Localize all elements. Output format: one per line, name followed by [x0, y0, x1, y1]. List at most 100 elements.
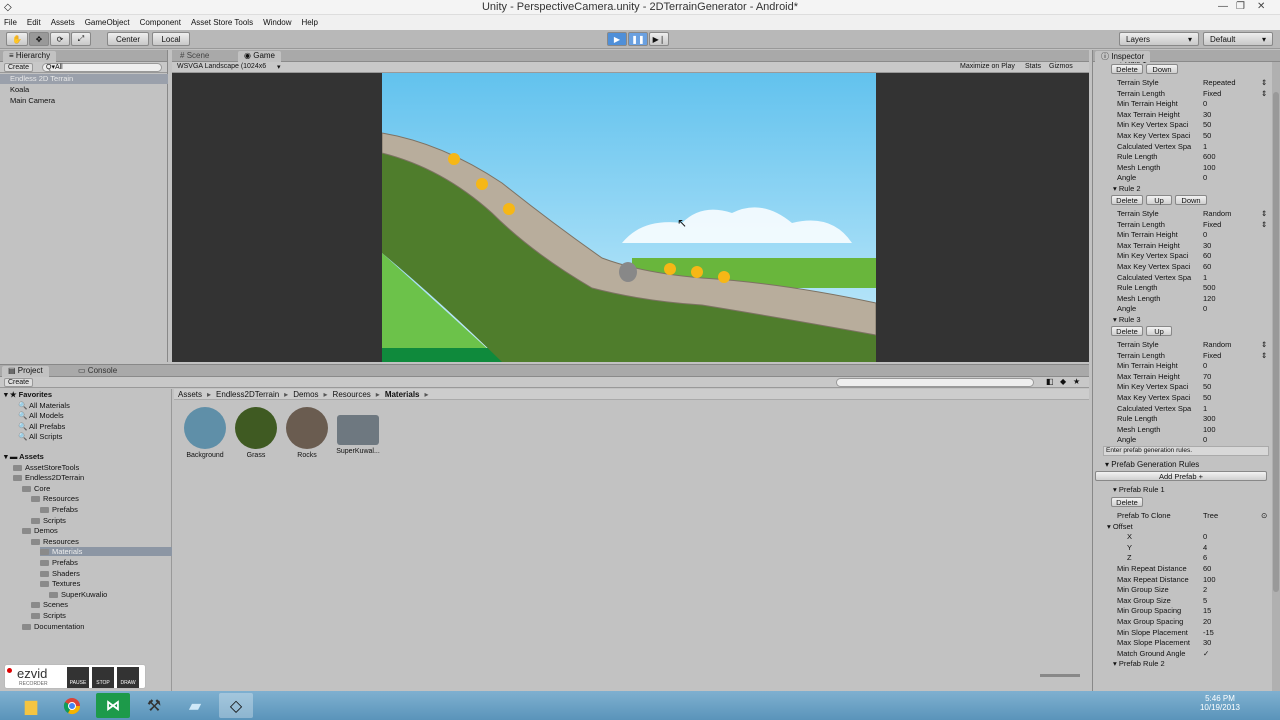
hand-tool-icon[interactable]: ✋	[6, 32, 28, 46]
gizmos-dropdown[interactable]: Gizmos	[1049, 63, 1073, 70]
filter-icon[interactable]: ◧	[1046, 377, 1054, 386]
game-viewport[interactable]: ↖	[172, 73, 1089, 362]
maximize-on-play-toggle[interactable]: Maximize on Play	[960, 63, 1015, 70]
tab-hierarchy[interactable]: ≡ Hierarchy	[3, 51, 57, 62]
visual-studio-icon[interactable]: ⋈	[96, 693, 130, 718]
project-search-input[interactable]	[836, 378, 1034, 387]
breadcrumb-item[interactable]: Materials	[385, 390, 420, 399]
prefab-prop-value[interactable]: 5	[1203, 596, 1207, 605]
recorder-pause-button[interactable]: PAUSE	[67, 667, 89, 688]
maximize-button[interactable]: ❐	[1236, 1, 1245, 12]
asset-tile[interactable]: Rocks	[282, 407, 332, 459]
move-tool-icon[interactable]: ✥	[29, 32, 49, 46]
tree-folder[interactable]: Resources	[31, 537, 79, 546]
menu-component[interactable]: Component	[140, 18, 181, 27]
prefab-section-header[interactable]: ▾ Prefab Generation Rules	[1105, 460, 1199, 469]
tab-project[interactable]: ▤ Project	[2, 366, 49, 377]
menu-edit[interactable]: Edit	[27, 18, 41, 27]
rule-prop-value[interactable]: 0	[1203, 435, 1207, 444]
hierarchy-item[interactable]: Endless 2D Terrain	[0, 74, 168, 84]
tree-folder[interactable]: Shaders	[40, 569, 80, 578]
minimize-button[interactable]: —	[1218, 1, 1228, 12]
tree-folder[interactable]: SuperKuwalio	[49, 590, 107, 599]
asset-tile[interactable]: SuperKuwal...	[333, 407, 383, 455]
recorder-draw-button[interactable]: DRAW	[117, 667, 139, 688]
rule-prop-value[interactable]: 100	[1203, 425, 1216, 434]
rule-prop-value[interactable]: Fixed	[1203, 220, 1221, 229]
rule-prop-value[interactable]: Random	[1203, 209, 1231, 218]
asset-tile[interactable]: Background	[180, 407, 230, 459]
tree-folder[interactable]: Documentation	[22, 622, 84, 631]
rule-prop-value[interactable]: 50	[1203, 393, 1211, 402]
offset-value[interactable]: 4	[1203, 543, 1207, 552]
rule-header[interactable]: ▾ Rule 2	[1113, 184, 1141, 193]
tree-folder[interactable]: Scripts	[31, 611, 66, 620]
tab-console[interactable]: ▭ Console	[72, 366, 123, 377]
resolution-dropdown[interactable]: WSVGA Landscape (1024x6	[177, 63, 266, 70]
hierarchy-item[interactable]: Koala	[10, 85, 29, 94]
rule-prop-value[interactable]: 1	[1203, 142, 1207, 151]
rotate-tool-icon[interactable]: ⟳	[50, 32, 70, 46]
tree-folder[interactable]: Demos	[22, 526, 58, 535]
assets-root[interactable]: ▾ ▬ Assets	[4, 452, 44, 461]
rule-prop-value[interactable]: 50	[1203, 120, 1211, 129]
favorites-item[interactable]: 🔍 All Prefabs	[18, 422, 65, 431]
hierarchy-search-input[interactable]: Q▾All	[42, 63, 162, 72]
delete-prefab-button[interactable]: Delete	[1111, 497, 1143, 507]
prefab-prop-value[interactable]: 30	[1203, 638, 1211, 647]
menu-assets[interactable]: Assets	[51, 18, 75, 27]
rule-prop-value[interactable]: 0	[1203, 304, 1207, 313]
rule-prop-value[interactable]: 60	[1203, 251, 1211, 260]
hierarchy-item[interactable]: Main Camera	[10, 96, 55, 105]
prefab-rule-header[interactable]: ▾ Prefab Rule 2	[1113, 659, 1165, 668]
rule-prop-value[interactable]: 30	[1203, 241, 1211, 250]
rule-prop-value[interactable]: Repeated	[1203, 78, 1236, 87]
prefab-prop-value[interactable]: 60	[1203, 564, 1211, 573]
rule-prop-value[interactable]: 50	[1203, 131, 1211, 140]
rule-prop-value[interactable]: 500	[1203, 283, 1216, 292]
rule-prop-value[interactable]: 30	[1203, 110, 1211, 119]
rule-prop-value[interactable]: 600	[1203, 152, 1216, 161]
down-rule-button[interactable]: Down	[1175, 195, 1207, 205]
breadcrumb-item[interactable]: Demos	[293, 390, 318, 399]
tree-folder[interactable]: Endless2DTerrain	[13, 473, 84, 482]
favorites-item[interactable]: 🔍 All Models	[18, 411, 64, 420]
prefab-prop-value[interactable]: ✓	[1203, 649, 1209, 658]
offset-header[interactable]: ▾ Offset	[1107, 522, 1133, 531]
object-picker-icon[interactable]: ⊙	[1261, 511, 1267, 520]
tree-folder[interactable]: Core	[22, 484, 50, 493]
rule-prop-value[interactable]: 70	[1203, 372, 1211, 381]
rule-prop-value[interactable]: 50	[1203, 382, 1211, 391]
project-create-button[interactable]: Create	[4, 378, 34, 387]
step-button[interactable]: ▶❘	[649, 32, 669, 46]
asset-tile[interactable]: Grass	[231, 407, 281, 459]
menu-help[interactable]: Help	[302, 18, 318, 27]
menu-gameobject[interactable]: GameObject	[85, 18, 130, 27]
menu-window[interactable]: Window	[263, 18, 291, 27]
prefab-prop-value[interactable]: 15	[1203, 606, 1211, 615]
add-prefab-button[interactable]: Add Prefab +	[1095, 471, 1267, 481]
pivot-center-toggle[interactable]: Center	[107, 32, 149, 46]
tree-folder[interactable]: Textures	[40, 579, 80, 588]
rule-prop-value[interactable]: 0	[1203, 173, 1207, 182]
unity-taskbar-icon[interactable]: ◇	[219, 693, 253, 718]
rule-prop-value[interactable]: Fixed	[1203, 351, 1221, 360]
rule-prop-value[interactable]: 1	[1203, 273, 1207, 282]
stats-toggle[interactable]: Stats	[1025, 63, 1041, 70]
down-rule-button[interactable]: Down	[1146, 64, 1178, 74]
up-rule-button[interactable]: Up	[1146, 195, 1172, 205]
label-icon[interactable]: ◆	[1060, 377, 1066, 386]
star-icon[interactable]: ★	[1073, 377, 1080, 386]
play-button[interactable]: ▶	[607, 32, 627, 46]
rule-prop-value[interactable]: Random	[1203, 340, 1231, 349]
rule-prop-value[interactable]: 100	[1203, 163, 1216, 172]
breadcrumb-item[interactable]: Endless2DTerrain	[216, 390, 279, 399]
scrollbar-thumb[interactable]	[1273, 92, 1279, 592]
prefab-prop-value[interactable]: 20	[1203, 617, 1211, 626]
breadcrumb-item[interactable]: Resources	[333, 390, 371, 399]
tools-icon[interactable]: ⚒	[137, 693, 171, 718]
menu-file[interactable]: File	[4, 18, 17, 27]
delete-rule-button[interactable]: Delete	[1111, 64, 1143, 74]
rule-prop-value[interactable]: 60	[1203, 262, 1211, 271]
tree-folder[interactable]: AssetStoreTools	[13, 463, 79, 472]
